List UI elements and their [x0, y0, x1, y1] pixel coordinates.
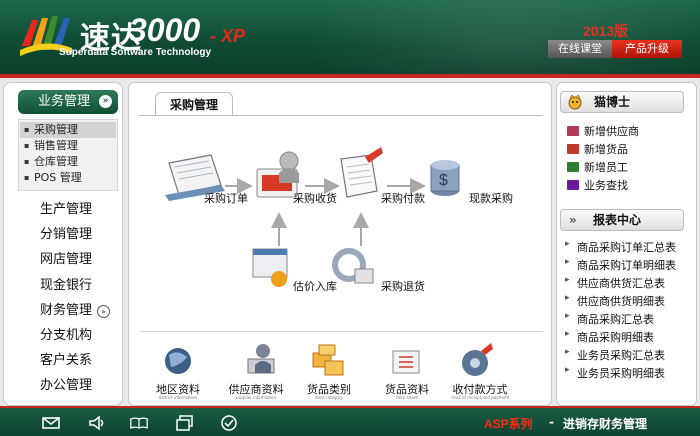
district-info-icon	[165, 348, 191, 374]
supplier-info-icon	[247, 344, 275, 374]
report-link[interactable]: 业务员采购汇总表	[565, 347, 665, 363]
brand-subtitle: Superdata Software Technology	[59, 47, 212, 58]
payment-method-en: class of receipt and payment	[450, 395, 510, 400]
collapse-chevron-icon[interactable]: »	[99, 95, 112, 108]
nav-branches[interactable]: 分支机构	[18, 325, 118, 347]
nav-production[interactable]: 生产管理	[18, 199, 118, 221]
submenu-item-pos[interactable]: POS 管理	[20, 170, 116, 186]
cash-purchase-icon: $	[430, 160, 460, 196]
nav-crm[interactable]: 客户关系	[18, 350, 118, 372]
footer-title: 进销存财务管理	[563, 417, 648, 431]
label-purchase-receive[interactable]: 采购收货	[293, 190, 337, 206]
online-class-button[interactable]: 在线课堂	[548, 40, 612, 58]
submenu-item-sales[interactable]: 销售管理	[20, 138, 116, 154]
nav-office[interactable]: 办公管理	[18, 375, 118, 397]
link-new-item[interactable]: 新增货品	[567, 141, 628, 157]
sidebar: 业务管理 » 采购管理 销售管理 仓库管理 POS 管理 生产管理 分销管理 网…	[3, 82, 123, 406]
right-panel: 猫博士 新增供应商 新增货品 新增员工 业务查找 » 报表中心 商品采购订单汇总…	[556, 82, 697, 406]
nav-cash-bank[interactable]: 现金银行	[18, 275, 118, 297]
svg-text:$: $	[439, 172, 448, 189]
district-info-en: district information	[158, 395, 198, 400]
brand-number: 3000	[129, 12, 201, 48]
business-submenu: 采购管理 销售管理 仓库管理 POS 管理	[18, 119, 118, 191]
window-icon[interactable]	[176, 415, 194, 431]
report-link[interactable]: 商品采购订单汇总表	[565, 239, 676, 255]
report-label: 商品采购订单汇总表	[577, 241, 676, 254]
report-link[interactable]: 业务员采购明细表	[565, 365, 665, 381]
report-label: 业务员采购汇总表	[577, 349, 665, 362]
speaker-icon[interactable]	[88, 415, 106, 431]
label-purchase-return[interactable]: 采购退货	[381, 278, 425, 294]
mail-icon[interactable]	[42, 415, 60, 431]
expand-chevron-icon[interactable]: »	[97, 305, 110, 318]
estimate-stock-icon	[252, 248, 288, 287]
payment-method-icon	[462, 343, 493, 376]
nav-finance[interactable]: 财务管理 »	[18, 300, 118, 322]
app-footer: ASP系列 - 进销存财务管理	[0, 406, 700, 436]
purchase-pay-icon	[340, 147, 383, 198]
asp-series-label: ASP系列	[484, 417, 533, 431]
link-new-employee-label: 新增员工	[584, 161, 628, 174]
label-purchase-pay[interactable]: 采购付款	[381, 190, 425, 206]
report-label: 商品采购汇总表	[577, 313, 654, 326]
header-glow	[300, 0, 700, 74]
item-category-icon	[312, 344, 344, 376]
report-label: 业务员采购明细表	[577, 367, 665, 380]
product-upgrade-button[interactable]: 产品升级	[612, 40, 682, 58]
item-sheet-icon	[392, 350, 420, 374]
helper-header: 猫博士	[560, 91, 684, 113]
app-header: 速达 3000 - XP Superdata Software Technolo…	[0, 0, 700, 74]
version-label: 2013版	[583, 23, 629, 39]
nav-business-label: 业务管理	[38, 94, 91, 109]
purchase-panel: 采购管理 $ 采购订单 采购收货 采购付款 现款采购 估价入库 采购退货 地区资…	[128, 82, 552, 406]
label-purchase-order[interactable]: 采购订单	[204, 190, 248, 206]
business-search-icon	[567, 180, 579, 190]
supplier-info-en: supplier information	[235, 395, 277, 400]
footer-dash: -	[549, 415, 554, 429]
item-sheet-en: item sheet	[396, 395, 418, 400]
section-divider	[139, 331, 543, 332]
new-employee-icon	[567, 162, 579, 172]
helper-title: 猫博士	[594, 95, 631, 109]
double-chevron-icon: »	[569, 213, 577, 227]
report-label: 商品采购订单明细表	[577, 259, 676, 272]
nav-webshop[interactable]: 网店管理	[18, 249, 118, 271]
report-link[interactable]: 商品采购汇总表	[565, 311, 654, 327]
report-link[interactable]: 商品采购明细表	[565, 329, 654, 345]
cat-doctor-icon	[568, 94, 582, 110]
report-link[interactable]: 供应商供货明细表	[565, 293, 665, 309]
new-supplier-icon	[567, 126, 579, 136]
report-label: 供应商供货汇总表	[577, 277, 665, 290]
link-business-search-label: 业务查找	[584, 179, 628, 192]
nav-distribution[interactable]: 分销管理	[18, 224, 118, 246]
submenu-item-warehouse[interactable]: 仓库管理	[20, 154, 116, 170]
report-label: 供应商供货明细表	[577, 295, 665, 308]
book-icon[interactable]	[130, 415, 148, 431]
report-link[interactable]: 商品采购订单明细表	[565, 257, 676, 273]
check-icon[interactable]	[220, 415, 238, 431]
submenu-item-purchase[interactable]: 采购管理	[20, 122, 116, 138]
brand-edition: - XP	[210, 26, 246, 46]
report-label: 商品采购明细表	[577, 331, 654, 344]
flow-diagram: $	[165, 147, 493, 376]
label-estimate-stock[interactable]: 估价入库	[293, 278, 337, 294]
link-business-search[interactable]: 业务查找	[567, 177, 628, 193]
new-item-icon	[567, 144, 579, 154]
nav-finance-label: 财务管理	[40, 303, 93, 318]
link-new-employee[interactable]: 新增员工	[567, 159, 628, 175]
report-center-header[interactable]: » 报表中心	[560, 209, 684, 231]
purchase-return-icon	[332, 248, 374, 284]
report-center-title: 报表中心	[593, 213, 642, 227]
link-new-item-label: 新增货品	[584, 143, 628, 156]
item-category-en: item category	[315, 395, 343, 400]
report-link[interactable]: 供应商供货汇总表	[565, 275, 665, 291]
nav-business-management[interactable]: 业务管理 »	[18, 90, 118, 114]
main-area: 业务管理 » 采购管理 销售管理 仓库管理 POS 管理 生产管理 分销管理 网…	[0, 78, 700, 406]
label-cash-purchase[interactable]: 现款采购	[469, 190, 513, 206]
link-new-supplier[interactable]: 新增供应商	[567, 123, 639, 139]
link-new-supplier-label: 新增供应商	[584, 125, 639, 138]
